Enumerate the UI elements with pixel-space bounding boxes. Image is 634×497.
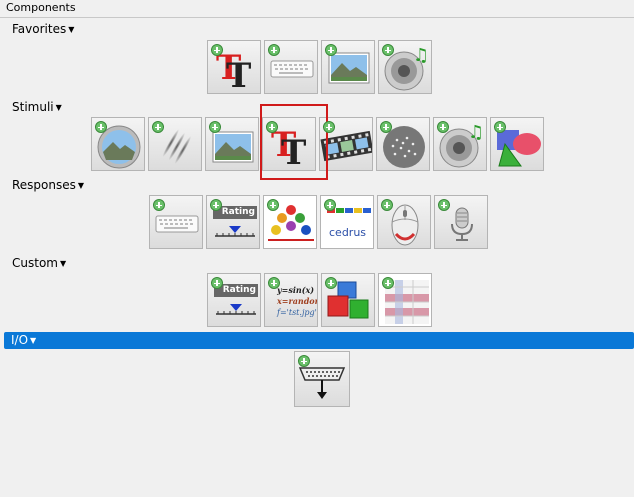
add-icon [153,199,165,211]
add-icon [209,121,221,133]
parallel-port-component-button[interactable] [294,351,350,407]
code-snippet: y=sin(x) x=random(, f='tst.jpg' [277,285,317,318]
add-icon [438,199,450,211]
category-responses[interactable]: Responses ▼ [12,178,84,192]
category-label: Responses [12,178,76,192]
add-icon [380,121,392,133]
favorite-image-button[interactable] [321,40,375,94]
image-component-button[interactable] [205,117,259,171]
polygon-component-button[interactable] [490,117,544,171]
dropdown-arrow-icon: ▼ [30,336,37,345]
code-component-button[interactable]: y=sin(x) x=random(, f='tst.jpg' [264,273,318,327]
dropdown-arrow-icon: ▼ [68,25,75,34]
custom-row: Rating y=sin(x) x=random(, f='tst.jpg' [207,273,432,327]
panel-title: Components [6,1,76,14]
add-icon [298,355,310,367]
add-icon [382,44,394,56]
add-icon [325,44,337,56]
category-label: I/O [11,333,29,347]
favorite-keyboard-button[interactable] [264,40,318,94]
grating-component-button[interactable] [148,117,202,171]
responses-row: Rating cedrus [149,195,488,249]
microphone-component-button[interactable] [434,195,488,249]
category-label: Stimuli [12,100,54,114]
selected-component-highlight [260,104,328,180]
category-io[interactable]: I/O ▼ [4,332,634,349]
static-component-button[interactable] [321,273,375,327]
button-box-component-button[interactable] [263,195,317,249]
dropdown-arrow-icon: ▼ [55,103,62,112]
add-icon [494,121,506,133]
favorites-row: T T ♫ [207,40,432,94]
add-icon [210,199,222,211]
add-icon [211,277,223,289]
variable-component-button[interactable] [378,273,432,327]
svg-text:♫: ♫ [468,122,484,143]
dropdown-arrow-icon: ▼ [77,181,85,190]
add-icon [382,277,394,289]
dots-component-button[interactable] [376,117,430,171]
add-icon [266,121,278,133]
add-icon [268,44,280,56]
category-label: Custom [12,256,58,270]
category-favorites[interactable]: Favorites ▼ [12,22,74,36]
dropdown-arrow-icon: ▼ [59,259,67,268]
category-stimuli[interactable]: Stimuli ▼ [12,100,62,114]
favorite-sound-button[interactable]: ♫ [378,40,432,94]
add-icon [268,277,280,289]
add-icon [323,121,335,133]
add-icon [381,199,393,211]
sound-component-button[interactable]: ♫ [433,117,487,171]
aperture-component-button[interactable] [91,117,145,171]
mouse-component-button[interactable] [377,195,431,249]
category-label: Favorites [12,22,67,36]
add-icon [325,277,337,289]
code-line: y=sin(x) [277,285,315,295]
favorite-text-component-button[interactable]: T T [207,40,261,94]
cedrus-component-button[interactable]: cedrus [320,195,374,249]
keyboard-component-button[interactable] [149,195,203,249]
rating-component-button[interactable]: Rating [206,195,260,249]
io-row [294,351,350,407]
add-icon [211,44,223,56]
code-line: f='tst.jpg' [277,308,317,317]
category-custom[interactable]: Custom ▼ [12,256,66,270]
custom-rating-button[interactable]: Rating [207,273,261,327]
add-icon [267,199,279,211]
add-icon [152,121,164,133]
add-icon [95,121,107,133]
code-line: x=random(, [277,296,317,306]
add-icon [324,199,336,211]
add-icon [437,121,449,133]
panel-header: Components [0,0,634,18]
svg-text:T: T [226,56,251,94]
svg-text:♫: ♫ [413,45,429,66]
cedrus-logo-text: cedrus [329,226,367,239]
